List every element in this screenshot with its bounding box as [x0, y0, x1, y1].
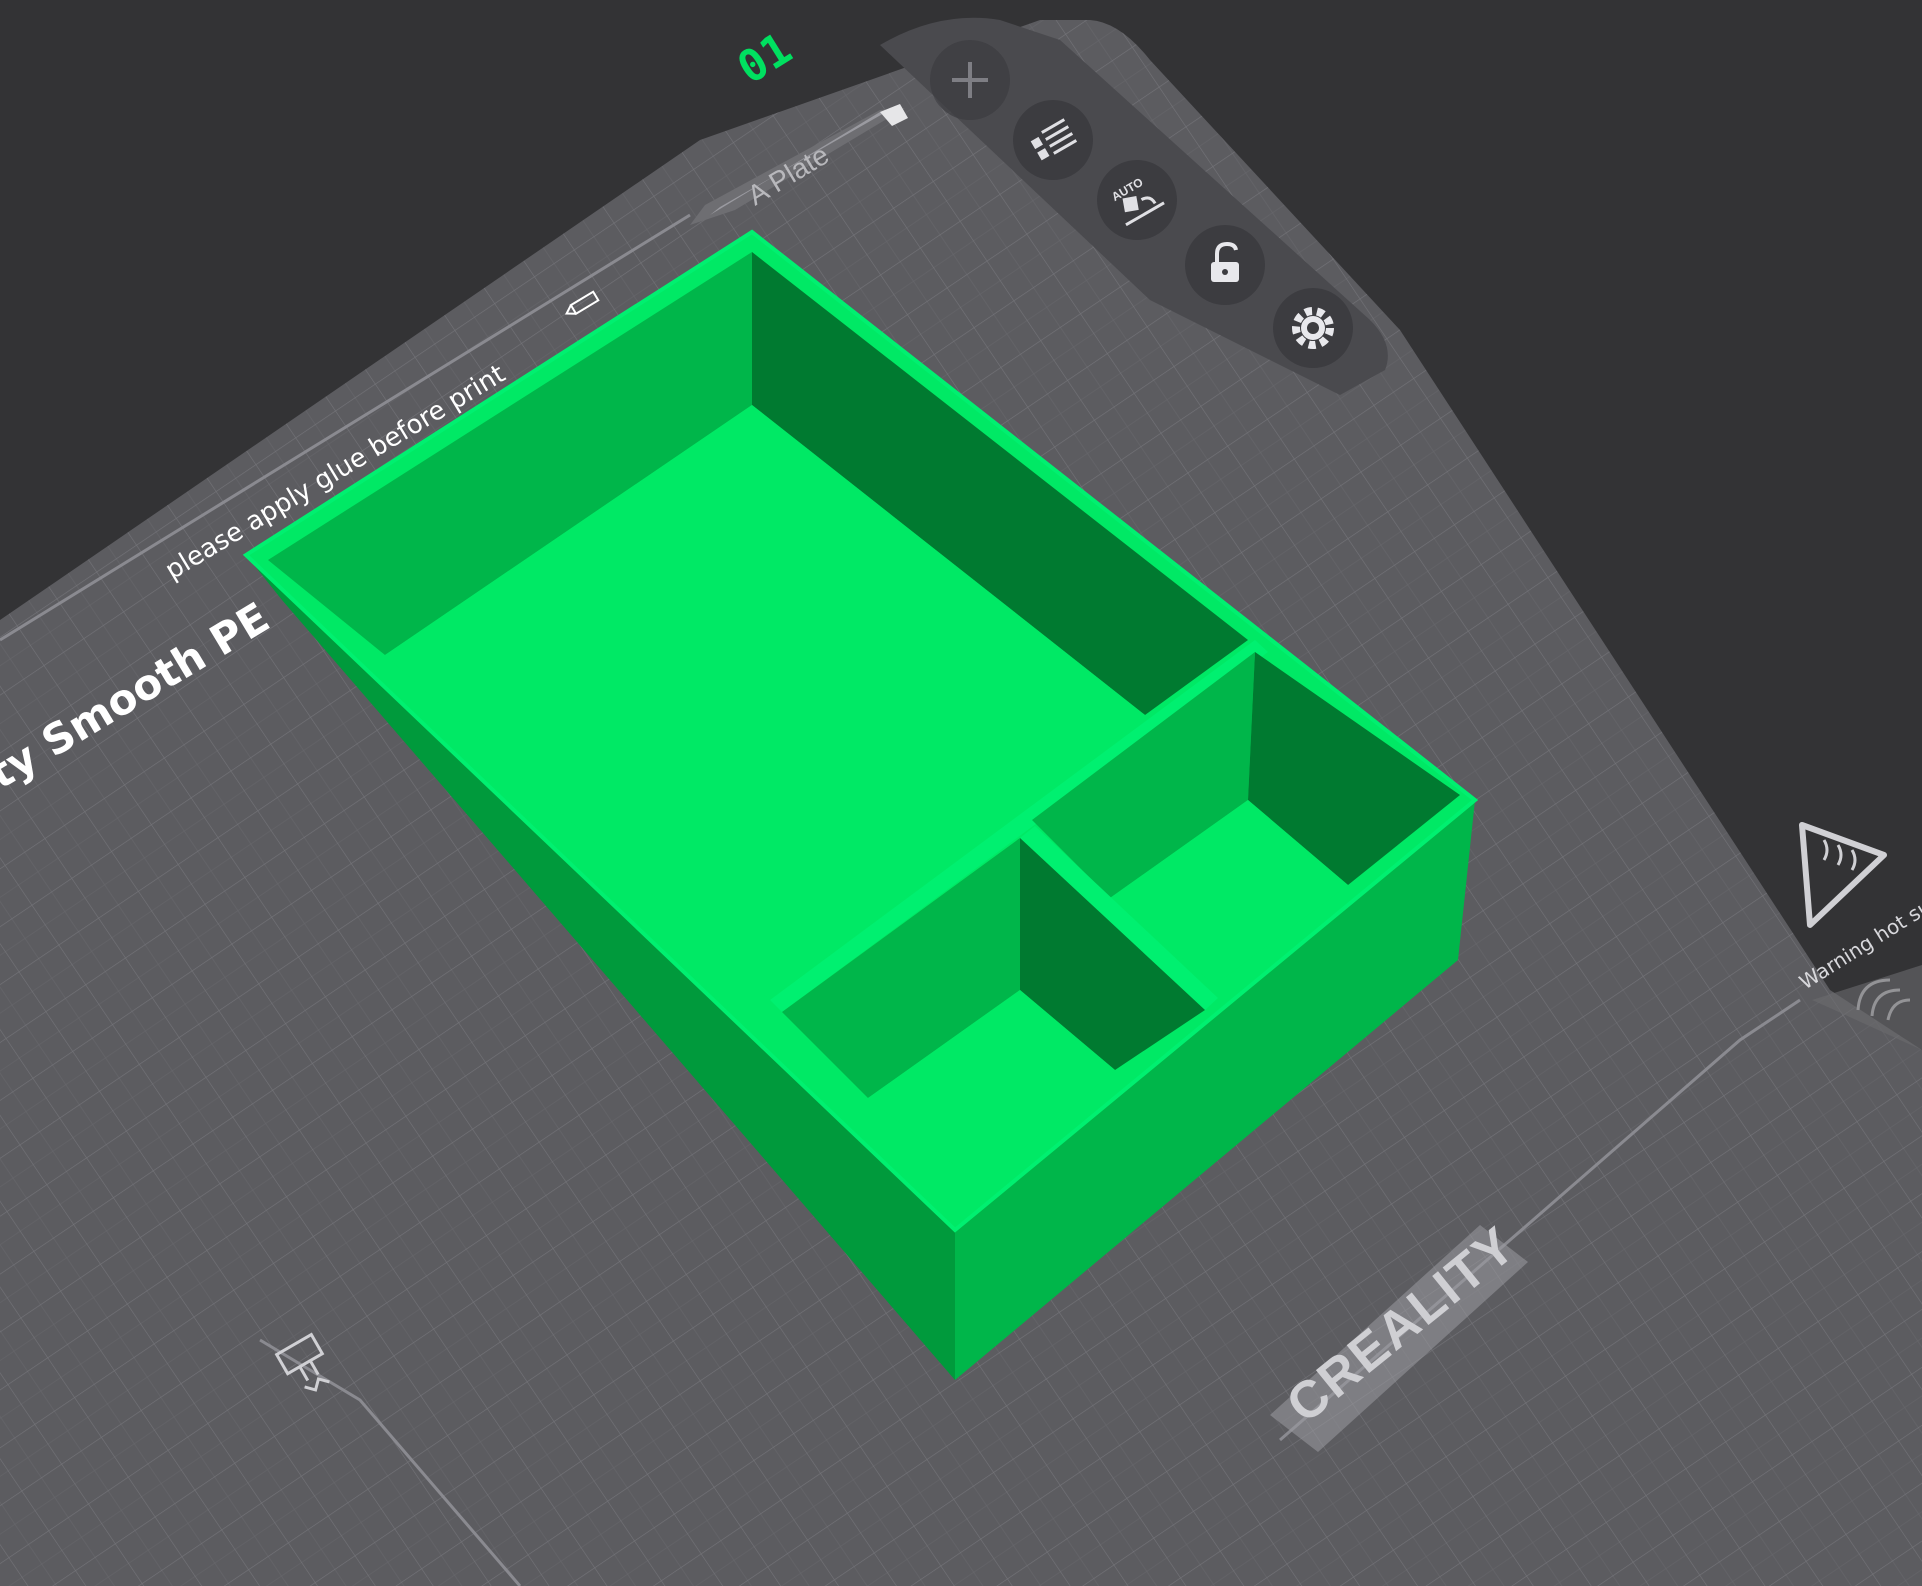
lock-plate-button[interactable]: [1185, 225, 1265, 305]
warning-hot-surface-icon: [1799, 822, 1887, 928]
add-plate-button[interactable]: [930, 40, 1010, 120]
plate-number: 01: [729, 23, 801, 94]
plate-settings-button[interactable]: [1273, 288, 1353, 368]
arrange-list-button[interactable]: [1013, 100, 1093, 180]
3d-viewport[interactable]: A Plate 01 please apply glue before prin…: [0, 0, 1922, 1586]
auto-orient-button[interactable]: AUTO: [1097, 160, 1177, 240]
